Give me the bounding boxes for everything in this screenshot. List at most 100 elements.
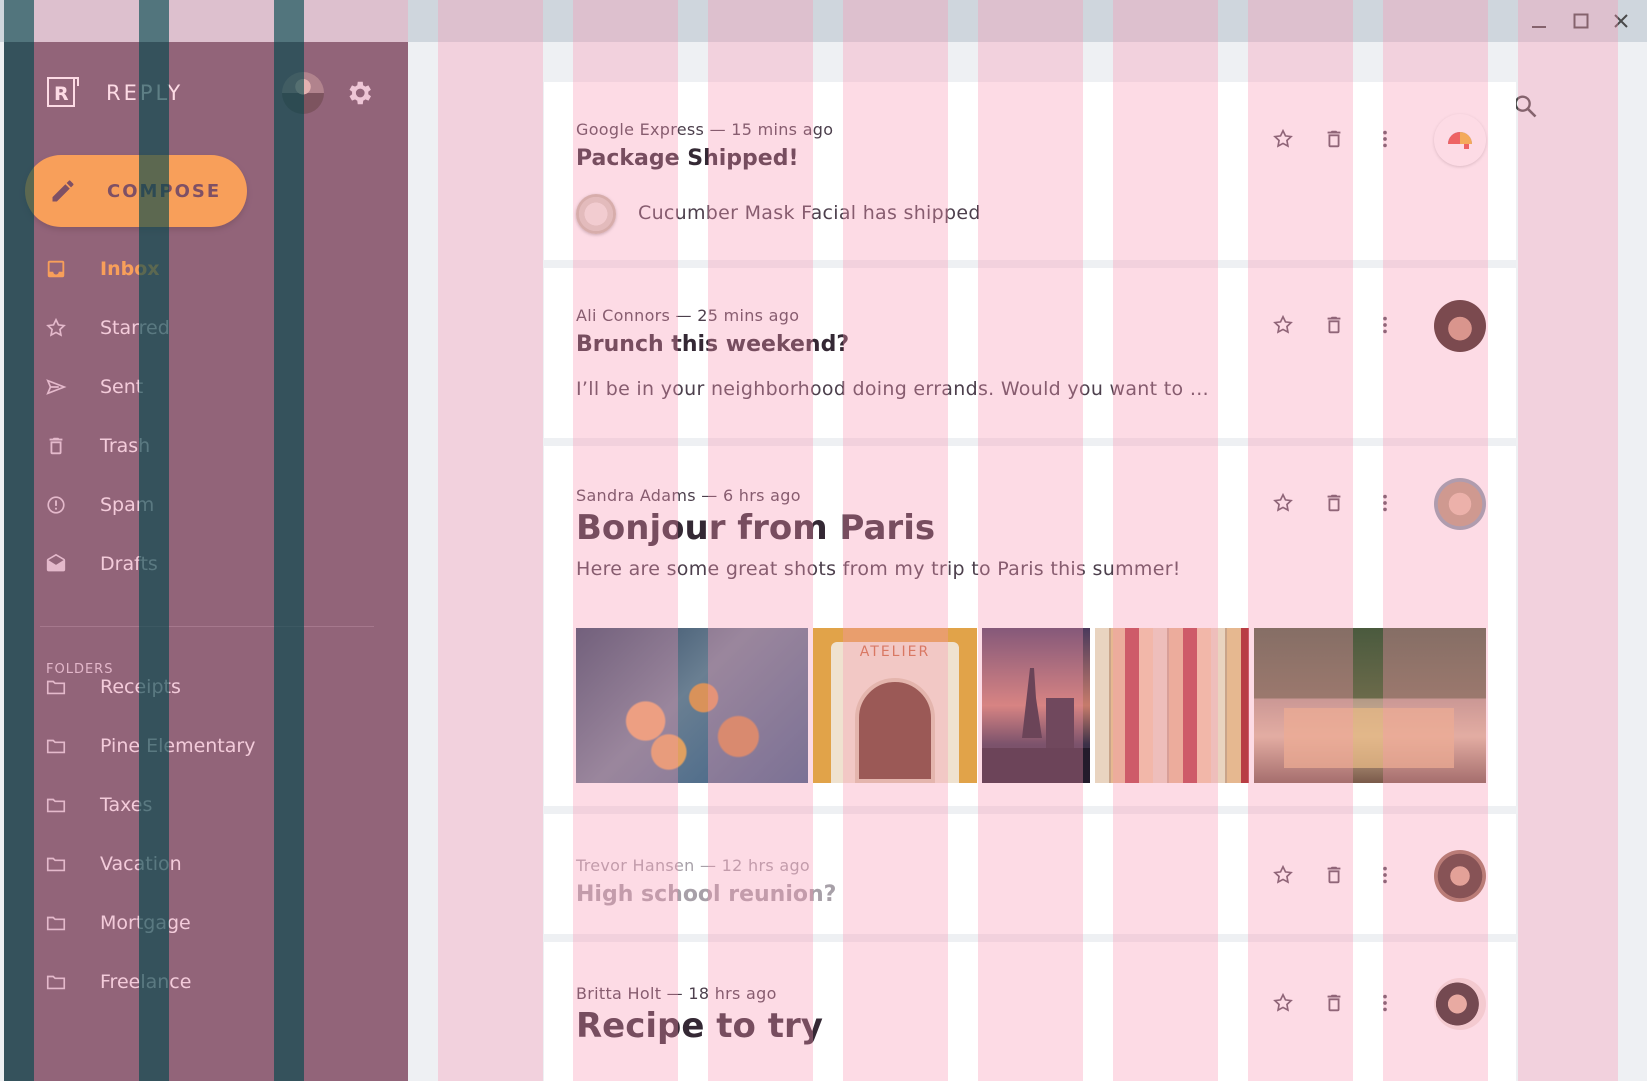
nav-label: Inbox [100,258,160,280]
email-preview: Cucumber Mask Facial has shipped [638,202,981,224]
more-vert-icon[interactable] [1372,862,1398,888]
nav-label: Trash [100,435,151,457]
folder-icon [44,793,68,817]
sender-avatar [1434,300,1486,352]
sidebar-divider [40,626,374,627]
nav-item-inbox[interactable]: Inbox [44,249,364,289]
trash-icon[interactable] [1321,490,1347,516]
email-meta: Trevor Hansen — 12 hrs ago [576,856,811,875]
nav-label: Drafts [100,553,158,575]
more-vert-icon[interactable] [1372,990,1398,1016]
folder-item-freelance[interactable]: Freelance [44,962,364,1002]
sender-avatar [1434,114,1486,166]
star-icon[interactable] [1270,312,1296,338]
photo-eiffel[interactable] [982,628,1090,783]
email-subject: High school reunion? [576,882,837,907]
drafts-icon [44,552,68,576]
send-icon [44,375,68,399]
nav-item-trash[interactable]: Trash [44,426,364,466]
folder-icon [44,911,68,935]
settings-gear-icon[interactable] [344,78,374,108]
folder-item-pine-elementary[interactable]: Pine Elementary [44,726,364,766]
email-meta: Ali Connors — 25 mins ago [576,306,800,325]
navigation-drawer: R REPLY COMPOSE Inbox Starred Sent Trash… [4,42,408,1081]
photo-shopfront[interactable] [1254,628,1486,783]
email-meta: Britta Holt — 18 hrs ago [576,984,777,1003]
folder-item-receipts[interactable]: Receipts [44,667,364,707]
compose-label: COMPOSE [107,180,222,202]
email-subject: Bonjour from Paris [576,508,936,548]
photo-attachments: ATELIER [576,628,1491,783]
trash-icon [44,434,68,458]
eiffel-tower-silhouette [982,668,1090,783]
compose-button[interactable]: COMPOSE [25,155,247,227]
more-vert-icon[interactable] [1372,126,1398,152]
email-card[interactable]: Google Express — 15 mins ago Package Shi… [544,82,1516,260]
nav-item-spam[interactable]: Spam [44,485,364,525]
sender-avatar [1434,478,1486,530]
reply-logo-icon: R [47,77,79,107]
inbox-icon [44,257,68,281]
product-thumbnail [576,194,616,234]
folder-label: Mortgage [100,912,191,934]
email-actions [1270,312,1423,338]
email-actions [1270,126,1423,152]
email-list-pane: Google Express — 15 mins ago Package Shi… [408,42,1647,1081]
atelier-sign: ATELIER [859,644,931,660]
user-avatar[interactable] [282,72,324,114]
nav-label: Starred [100,317,170,339]
trash-icon[interactable] [1321,126,1347,152]
email-card[interactable]: Ali Connors — 25 mins ago Brunch this we… [544,268,1516,438]
arched-door [855,678,935,783]
email-preview: I’ll be in your neighborhood doing erran… [576,378,1210,400]
maximize-icon[interactable] [1568,8,1594,34]
more-vert-icon[interactable] [1372,312,1398,338]
photo-macarons[interactable] [1095,628,1249,783]
more-vert-icon[interactable] [1372,490,1398,516]
photo-pastries[interactable] [576,628,808,783]
folder-icon [44,970,68,994]
email-card[interactable]: Sandra Adams — 6 hrs ago Bonjour from Pa… [544,446,1516,806]
star-icon[interactable] [1270,490,1296,516]
email-subject: Package Shipped! [576,146,799,171]
trash-icon[interactable] [1321,990,1347,1016]
star-icon[interactable] [1270,862,1296,888]
nav-item-drafts[interactable]: Drafts [44,544,364,584]
email-meta: Google Express — 15 mins ago [576,120,834,139]
nav-item-starred[interactable]: Starred [44,308,364,348]
folder-label: Pine Elementary [100,735,256,757]
folder-icon [44,675,68,699]
folder-item-taxes[interactable]: Taxes [44,785,364,825]
app-name: REPLY [106,81,184,105]
email-preview: Here are some great shots from my trip t… [576,558,1181,580]
email-actions [1270,862,1423,888]
app-brand[interactable]: R REPLY [46,76,183,110]
folder-label: Taxes [100,794,153,816]
nav-label: Sent [100,376,144,398]
email-meta: Sandra Adams — 6 hrs ago [576,486,801,505]
email-card[interactable]: Britta Holt — 18 hrs ago Recipe to try [544,942,1516,1081]
folder-icon [44,734,68,758]
minimize-icon[interactable] [1526,8,1552,34]
star-icon [44,316,68,340]
window-titlebar [0,0,1647,42]
trash-icon[interactable] [1321,312,1347,338]
star-icon[interactable] [1270,126,1296,152]
folder-label: Vacation [100,853,182,875]
folder-item-vacation[interactable]: Vacation [44,844,364,884]
folder-label: Freelance [100,971,192,993]
email-card[interactable]: Trevor Hansen — 12 hrs ago High school r… [544,814,1516,934]
nav-label: Spam [100,494,155,516]
nav-item-sent[interactable]: Sent [44,367,364,407]
sender-avatar [1434,850,1486,902]
photo-atelier[interactable]: ATELIER [813,628,977,783]
folder-item-mortgage[interactable]: Mortgage [44,903,364,943]
email-subject: Brunch this weekend? [576,332,850,357]
close-icon[interactable] [1608,8,1634,34]
star-icon[interactable] [1270,990,1296,1016]
email-subject: Recipe to try [576,1006,823,1046]
spam-icon [44,493,68,517]
trash-icon[interactable] [1321,862,1347,888]
email-actions [1270,490,1423,516]
shop-window [1284,708,1454,768]
